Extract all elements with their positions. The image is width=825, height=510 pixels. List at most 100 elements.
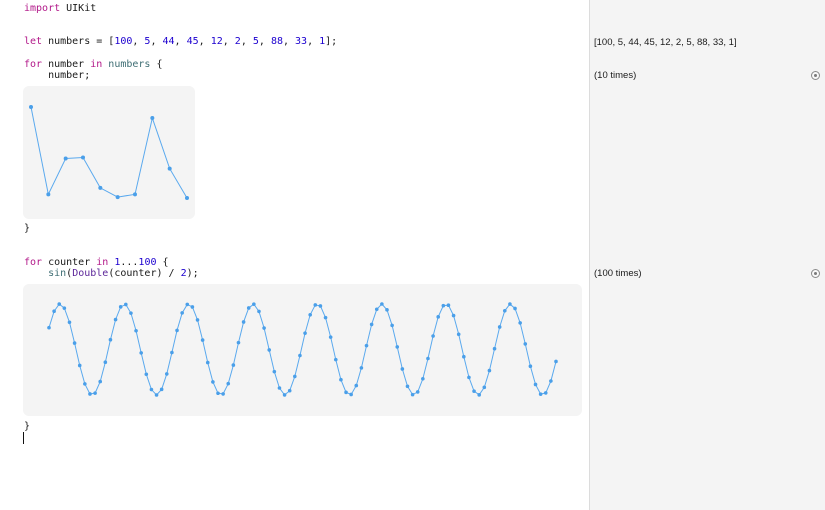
array-separator: ,: [174, 36, 187, 47]
result-loop2-count: (100 times): [594, 268, 642, 279]
array-element: 88: [270, 36, 283, 47]
plot-sine[interactable]: [23, 284, 582, 416]
data-point: [380, 302, 384, 306]
array-separator: ,: [222, 36, 235, 47]
data-point: [436, 315, 441, 319]
data-point: [405, 384, 410, 389]
data-point: [93, 391, 97, 395]
statement-end: );: [186, 268, 199, 279]
data-point: [221, 392, 225, 396]
data-point: [190, 305, 195, 309]
data-point: [313, 303, 318, 307]
data-point: [328, 335, 333, 339]
quick-look-icon[interactable]: [811, 71, 820, 80]
data-point: [98, 379, 103, 384]
data-point: [354, 383, 359, 388]
data-point: [236, 340, 241, 345]
numbers-line-chart: [29, 105, 189, 200]
data-point: [115, 195, 120, 200]
data-point: [88, 392, 92, 396]
code-line-close-brace-2[interactable]: }: [24, 420, 30, 434]
data-point: [211, 380, 215, 384]
data-point: [533, 382, 538, 387]
code-editor[interactable]: [17, 0, 588, 510]
text-cursor: [23, 432, 24, 444]
array-separator: ,: [198, 36, 211, 47]
keyword-import: import: [24, 3, 61, 14]
data-point: [287, 388, 292, 393]
data-point: [167, 166, 172, 171]
data-point: [46, 192, 51, 197]
data-point: [124, 302, 128, 307]
data-point: [374, 307, 379, 312]
data-point: [216, 391, 220, 396]
data-point: [29, 105, 33, 109]
data-point: [421, 376, 425, 381]
quick-look-icon[interactable]: [811, 269, 820, 278]
data-point: [513, 306, 517, 311]
data-point: [164, 372, 169, 376]
data-point: [487, 368, 492, 373]
code-line-close-brace-1[interactable]: }: [24, 222, 30, 236]
data-point: [359, 366, 364, 370]
array-separator: ,: [282, 36, 296, 47]
data-point: [364, 343, 369, 348]
data-point: [108, 337, 113, 342]
variable-declaration: numbers = [: [42, 36, 115, 47]
data-point: [180, 311, 184, 315]
data-point: [185, 302, 190, 307]
data-point: [518, 321, 522, 325]
data-point: [277, 386, 282, 390]
data-point: [272, 369, 277, 374]
data-point: [81, 155, 85, 160]
data-point: [523, 342, 528, 346]
data-point: [67, 320, 72, 325]
data-point: [395, 345, 400, 349]
data-point: [415, 390, 420, 394]
data-point: [303, 331, 307, 335]
data-point: [308, 313, 312, 317]
array-literal: 100, 5, 44, 45, 12, 2, 5, 88, 33, 1: [114, 36, 325, 47]
data-point: [333, 357, 338, 362]
data-point: [390, 323, 394, 328]
loop-collection: numbers: [102, 59, 151, 70]
data-point: [134, 328, 138, 333]
data-point: [543, 391, 548, 395]
data-point: [52, 309, 56, 314]
line-number-gutter: [0, 0, 18, 510]
data-point: [154, 393, 159, 397]
data-point: [159, 387, 164, 392]
open-brace: {: [150, 59, 163, 70]
data-point: [113, 317, 118, 322]
code-line-number-expr[interactable]: number;: [24, 69, 90, 83]
code-line-sin-expr[interactable]: sin(Double(counter) / 2);: [24, 267, 199, 281]
data-point: [528, 364, 533, 369]
data-point: [129, 311, 133, 315]
data-point: [477, 393, 481, 397]
array-separator: ,: [307, 36, 320, 47]
keyword-let: let: [24, 36, 43, 47]
data-point: [451, 313, 456, 318]
code-line-import[interactable]: import UIKit: [24, 2, 96, 16]
data-point: [426, 356, 430, 361]
data-point: [431, 334, 435, 338]
data-point: [262, 326, 266, 330]
data-point: [323, 315, 328, 320]
data-point: [508, 302, 512, 306]
data-point: [298, 353, 302, 358]
data-point: [118, 305, 123, 309]
data-point: [456, 332, 461, 337]
code-line-let-numbers[interactable]: let numbers = [100, 5, 44, 45, 12, 2, 5,…: [24, 35, 337, 49]
data-point: [344, 390, 348, 395]
close-brace: }: [24, 223, 31, 234]
function-sin: sin: [48, 268, 67, 279]
array-element: 45: [186, 36, 199, 47]
plot-numbers[interactable]: [23, 86, 195, 219]
data-point: [98, 185, 103, 190]
sine-line-chart: [47, 302, 558, 397]
argument-expression: (counter) /: [108, 268, 181, 279]
data-point: [293, 374, 297, 379]
data-point: [231, 363, 236, 367]
result-numbers-array: [100, 5, 44, 45, 12, 2, 5, 88, 33, 1]: [594, 37, 737, 48]
data-point: [57, 302, 62, 306]
